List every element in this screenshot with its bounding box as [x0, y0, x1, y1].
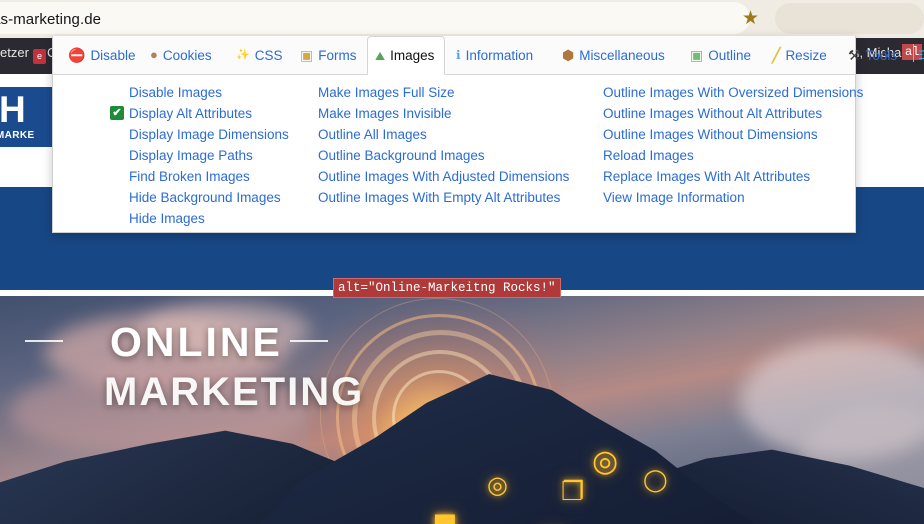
menu-item-label: Outline Images With Adjusted Dimensions: [318, 169, 570, 184]
menu-item-label: Outline Images With Empty Alt Attributes: [318, 190, 561, 205]
menu-item-label: Reload Images: [603, 148, 694, 163]
webcam-icon: ◎: [487, 472, 508, 499]
menu-item-outline-images-with-oversized-dimensions[interactable]: Outline Images With Oversized Dimensions: [603, 82, 863, 103]
menu-item-label: Outline Images Without Alt Attributes: [603, 106, 823, 121]
menu-item-disable-images[interactable]: Disable Images: [129, 82, 315, 103]
url-text: michas-marketing.de: [0, 11, 102, 28]
web-developer-panel: ⛔ Disable ● Cookies ✨ CSS ▣ Forms ⛰ Images ℹ Inform…: [52, 36, 924, 233]
logo-tagline: ONLINE-MARKE: [0, 130, 35, 141]
title-rule-right: [290, 340, 328, 342]
wd-tab-miscellaneous[interactable]: ⬢ Miscellaneous: [555, 36, 681, 74]
menu-item-display-image-paths[interactable]: Display Image Paths: [129, 145, 315, 166]
prohibition-icon: ⛔: [68, 47, 86, 63]
menu-item-hide-images[interactable]: Hide Images: [129, 208, 315, 229]
menu-item-label: View Image Information: [603, 190, 745, 205]
image-icon: ⛰: [375, 48, 386, 63]
wd-tab-outline[interactable]: ▣ Outline: [683, 36, 763, 74]
hero-title: ONLINE: [110, 319, 283, 365]
web-developer-toolbar: ⛔ Disable ● Cookies ✨ CSS ▣ Forms ⛰ Images ℹ Inform…: [53, 36, 924, 75]
outline-icon: ▣: [690, 47, 704, 63]
wd-tab-resize[interactable]: ╱ Resize: [765, 36, 839, 74]
clipboard-icon: ▣: [300, 47, 314, 63]
bookmark-item-partial-left[interactable]: etzer: [0, 45, 29, 60]
menu-item-reload-images[interactable]: Reload Images: [603, 145, 855, 166]
wd-tab-forms[interactable]: ▣ Forms: [293, 36, 365, 74]
wd-tab-tools[interactable]: ⚒ Tools: [841, 36, 909, 74]
browser-chrome: michas-marketing.de ★ SQ ❁ 1 ✐ ❐: [0, 0, 924, 38]
extension-tray: SQ ❁ 1 ✐ ❐: [775, 3, 924, 34]
wd-tab-label: Images: [390, 48, 435, 63]
title-rule-left: [25, 340, 63, 342]
menu-item-make-images-invisible[interactable]: Make Images Invisible: [318, 103, 598, 124]
menu-item-display-alt-attributes[interactable]: ✔ Display Alt Attributes: [110, 103, 315, 124]
wd-tab-label: Forms: [318, 47, 357, 63]
logo-wordmark: ICH: [0, 89, 26, 130]
target-icon: ◎: [592, 445, 619, 478]
wd-tab-label: Miscellaneous: [579, 47, 665, 63]
menu-item-outline-images-without-dimensions[interactable]: Outline Images Without Dimensions: [603, 124, 855, 145]
images-menu-column-1: Disable Images ✔ Display Alt Attributes Dis…: [110, 82, 315, 229]
menu-item-display-image-dimensions[interactable]: Display Image Dimensions: [129, 124, 315, 145]
menu-item-outline-images-with-empty-alt-attributes[interactable]: Outline Images With Empty Alt Attributes: [318, 187, 598, 208]
monitor-icon: ▭: [538, 518, 566, 524]
url-bar[interactable]: michas-marketing.de: [0, 2, 750, 34]
images-menu-column-2: Make Images Full Size Make Images Invisib…: [318, 82, 598, 208]
magic-wand-icon: ✨: [236, 49, 250, 61]
alt-attribute-badge: alt="Online-Markeitng Rocks!": [333, 278, 561, 298]
menu-item-outline-background-images[interactable]: Outline Background Images: [318, 145, 598, 166]
menu-item-label: Outline Images Without Dimensions: [603, 127, 818, 142]
menu-item-hide-background-images[interactable]: Hide Background Images: [129, 187, 315, 208]
check-icon: ✔: [110, 106, 124, 120]
star-icon[interactable]: ★: [742, 8, 759, 30]
menu-item-find-broken-images[interactable]: Find Broken Images: [129, 166, 315, 187]
info-icon: ℹ: [456, 48, 461, 62]
wrench-icon: ⚒: [848, 47, 861, 63]
menu-item-label: Replace Images With Alt Attributes: [603, 169, 811, 184]
menu-item-label: Outline Images With Oversized Dimensions: [603, 85, 864, 100]
wd-tab-options[interactable]: ☲Options: [911, 36, 924, 74]
menu-item-make-images-full-size[interactable]: Make Images Full Size: [318, 82, 598, 103]
images-menu-column-3: Outline Images With Oversized Dimensions…: [603, 82, 863, 208]
sliders-icon: ☲: [918, 48, 924, 62]
menu-item-label: Make Images Full Size: [318, 85, 455, 100]
menu-item-label: Outline All Images: [318, 127, 427, 142]
chart-bar-icon: █: [435, 517, 455, 524]
menu-item-label: Hide Images: [129, 211, 205, 226]
wd-tab-label: Disable: [90, 47, 136, 63]
menu-item-outline-all-images[interactable]: Outline All Images: [318, 124, 598, 145]
menu-item-replace-images-with-alt-attributes[interactable]: Replace Images With Alt Attributes: [603, 166, 855, 187]
box-icon: ⬢: [562, 47, 575, 63]
site-logo[interactable]: ICH ONLINE-MARKE: [0, 87, 54, 147]
menu-item-view-image-information[interactable]: View Image Information: [603, 187, 855, 208]
wd-tab-disable[interactable]: ⛔ Disable: [61, 36, 141, 74]
wd-tab-information[interactable]: ℹ Information: [449, 36, 553, 74]
cookie-icon: ●: [150, 47, 158, 62]
monitor-chat-icon: ❐: [561, 476, 585, 506]
wd-tab-css[interactable]: ✨ CSS: [229, 36, 291, 74]
menu-item-outline-images-without-alt-attributes[interactable]: Outline Images Without Alt Attributes: [603, 103, 855, 124]
wd-tab-cookies[interactable]: ● Cookies: [143, 36, 227, 74]
menu-item-label: Outline Background Images: [318, 148, 485, 163]
wd-tab-label: CSS: [254, 47, 283, 63]
wd-tab-images[interactable]: ⛰ Images: [367, 36, 445, 75]
wd-tab-label: Information: [465, 47, 534, 63]
bookmark-favicon-icon: e: [33, 49, 46, 64]
speech-bubble-icon: ◯: [643, 467, 668, 492]
menu-item-label: Display Image Dimensions: [129, 127, 289, 142]
menu-item-label: Display Image Paths: [129, 148, 253, 163]
menu-item-label: Make Images Invisible: [318, 106, 452, 121]
wd-tab-label: Outline: [708, 47, 752, 63]
menu-item-label: Find Broken Images: [129, 169, 250, 184]
menu-item-label: Display Alt Attributes: [129, 106, 253, 121]
ruler-icon: ╱: [772, 47, 781, 63]
menu-item-outline-images-with-adjusted-dimensions[interactable]: Outline Images With Adjusted Dimensions: [318, 166, 598, 187]
menu-item-label: Hide Background Images: [129, 190, 281, 205]
wd-tab-label: Tools: [865, 47, 898, 63]
menu-item-label: Disable Images: [129, 85, 223, 100]
wd-tab-label: Cookies: [162, 47, 212, 63]
hero-subtitle: MARKETING: [104, 370, 365, 414]
wd-tab-label: Resize: [785, 47, 827, 63]
